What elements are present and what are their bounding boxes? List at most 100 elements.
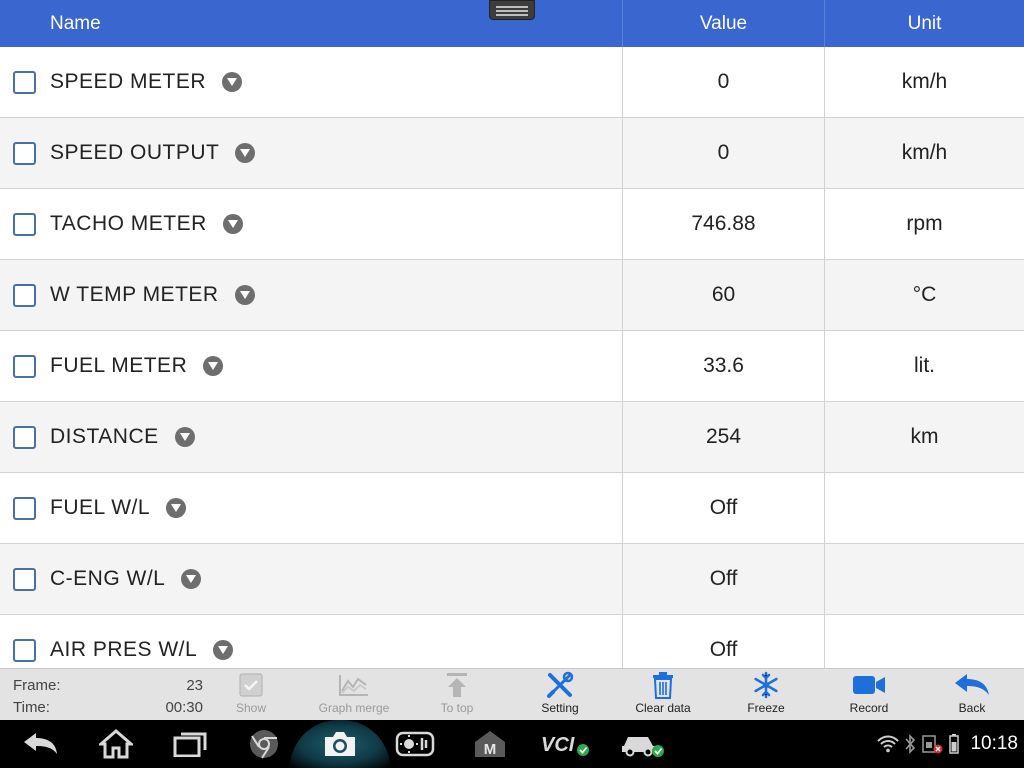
time-label: Time: bbox=[13, 699, 50, 716]
parameter-name: C-ENG W/L bbox=[50, 567, 166, 590]
value-cell: 0 bbox=[622, 118, 824, 188]
clear-data-button[interactable]: Clear data bbox=[618, 671, 708, 719]
back-arrow-icon bbox=[954, 673, 990, 702]
parameter-name: FUEL W/L bbox=[50, 496, 151, 519]
frame-label: Frame: bbox=[13, 677, 61, 694]
camera-icon[interactable] bbox=[318, 720, 362, 768]
row-checkbox[interactable] bbox=[13, 497, 36, 520]
name-cell: SPEED METER bbox=[0, 47, 622, 117]
system-back-icon[interactable] bbox=[18, 720, 62, 768]
unit-cell: lit. bbox=[824, 331, 1024, 401]
unit-cell bbox=[824, 473, 1024, 543]
drag-handle[interactable] bbox=[489, 0, 535, 20]
value-cell: Off bbox=[622, 544, 824, 614]
setting-label: Setting bbox=[541, 701, 579, 715]
vci-label: VCI bbox=[541, 734, 575, 756]
parameter-name: FUEL METER bbox=[50, 354, 188, 377]
vehicle-connected-icon[interactable] bbox=[618, 720, 668, 768]
dropdown-arrow-icon[interactable] bbox=[166, 498, 187, 518]
unit-cell bbox=[824, 544, 1024, 614]
to-top-button[interactable]: To top bbox=[412, 672, 502, 719]
vci-status-icon[interactable]: VCI bbox=[538, 720, 592, 768]
show-button[interactable]: Show bbox=[206, 673, 296, 719]
bottom-toolbar: Frame: 23 Time: 00:30 Show Graph merge T… bbox=[0, 668, 1024, 720]
recent-apps-icon[interactable] bbox=[168, 720, 212, 768]
value-cell: 746.88 bbox=[622, 189, 824, 259]
table-row: TACHO METER 746.88 rpm bbox=[0, 189, 1024, 260]
to-top-icon bbox=[445, 672, 469, 703]
browser-icon[interactable] bbox=[242, 720, 286, 768]
row-checkbox[interactable] bbox=[13, 568, 36, 591]
unit-cell: km bbox=[824, 402, 1024, 472]
graph-merge-button[interactable]: Graph merge bbox=[309, 673, 399, 719]
value-cell: 254 bbox=[622, 402, 824, 472]
graph-merge-icon bbox=[338, 673, 370, 702]
home-icon[interactable] bbox=[94, 720, 138, 768]
maintenance-m-icon[interactable]: M bbox=[468, 720, 512, 768]
frame-value: 23 bbox=[186, 677, 203, 694]
bluetooth-icon bbox=[902, 720, 918, 768]
row-checkbox[interactable] bbox=[13, 639, 36, 662]
table-row: SPEED OUTPUT 0 km/h bbox=[0, 118, 1024, 189]
table-header: Name Value Unit bbox=[0, 0, 1024, 47]
dropdown-arrow-icon[interactable] bbox=[174, 427, 195, 447]
name-cell: SPEED OUTPUT bbox=[0, 118, 622, 188]
row-checkbox[interactable] bbox=[13, 284, 36, 307]
value-cell: 60 bbox=[622, 260, 824, 330]
record-button[interactable]: Record bbox=[824, 673, 914, 719]
row-checkbox[interactable] bbox=[13, 426, 36, 449]
row-checkbox[interactable] bbox=[13, 142, 36, 165]
to-top-label: To top bbox=[440, 701, 474, 715]
dropdown-arrow-icon[interactable] bbox=[234, 285, 255, 305]
name-cell: FUEL METER bbox=[0, 331, 622, 401]
brightness-icon[interactable] bbox=[392, 720, 438, 768]
show-label: Show bbox=[235, 701, 267, 715]
checkbox-checked-icon bbox=[239, 673, 263, 702]
freeze-label: Freeze bbox=[747, 701, 785, 715]
graph-merge-label: Graph merge bbox=[318, 701, 390, 715]
name-cell: TACHO METER bbox=[0, 189, 622, 259]
wrench-screwdriver-icon bbox=[546, 671, 574, 704]
dropdown-arrow-icon[interactable] bbox=[213, 640, 234, 660]
column-header-value: Value bbox=[622, 0, 824, 47]
column-header-unit: Unit bbox=[824, 0, 1024, 47]
value-cell: Off bbox=[622, 473, 824, 543]
data-stream-table[interactable]: SPEED METER 0 km/h SPEED OUTPUT 0 km/h T… bbox=[0, 47, 1024, 668]
dropdown-arrow-icon[interactable] bbox=[235, 143, 256, 163]
table-row: W TEMP METER 60 °C bbox=[0, 260, 1024, 331]
name-cell: C-ENG W/L bbox=[0, 544, 622, 614]
row-checkbox[interactable] bbox=[13, 355, 36, 378]
unit-cell: rpm bbox=[824, 189, 1024, 259]
column-header-name: Name bbox=[50, 13, 101, 34]
setting-button[interactable]: Setting bbox=[515, 671, 605, 719]
unit-cell bbox=[824, 615, 1024, 668]
table-row: C-ENG W/L Off bbox=[0, 544, 1024, 615]
time-value: 00:30 bbox=[165, 699, 203, 716]
name-cell: AIR PRES W/L bbox=[0, 615, 622, 668]
table-row: AIR PRES W/L Off bbox=[0, 615, 1024, 668]
table-row: DISTANCE 254 km bbox=[0, 402, 1024, 473]
dropdown-arrow-icon[interactable] bbox=[222, 72, 243, 92]
sim-no-signal-icon bbox=[920, 720, 944, 768]
back-button[interactable]: Back bbox=[927, 673, 1017, 719]
system-navigation-bar: M VCI 10:18 bbox=[0, 720, 1024, 768]
unit-cell: km/h bbox=[824, 118, 1024, 188]
name-cell: DISTANCE bbox=[0, 402, 622, 472]
table-row: FUEL W/L Off bbox=[0, 473, 1024, 544]
table-row: FUEL METER 33.6 lit. bbox=[0, 331, 1024, 402]
value-cell: Off bbox=[622, 615, 824, 668]
dropdown-arrow-icon[interactable] bbox=[222, 214, 243, 234]
dropdown-arrow-icon[interactable] bbox=[203, 356, 224, 376]
freeze-button[interactable]: Freeze bbox=[721, 671, 811, 719]
parameter-name: AIR PRES W/L bbox=[50, 638, 198, 661]
value-cell: 0 bbox=[622, 47, 824, 117]
snowflake-icon bbox=[752, 671, 780, 704]
clear-data-label: Clear data bbox=[635, 701, 691, 715]
row-checkbox[interactable] bbox=[13, 71, 36, 94]
system-clock: 10:18 bbox=[970, 733, 1018, 754]
unit-cell: °C bbox=[824, 260, 1024, 330]
row-checkbox[interactable] bbox=[13, 213, 36, 236]
frame-time-info: Frame: 23 Time: 00:30 bbox=[13, 675, 203, 719]
dropdown-arrow-icon[interactable] bbox=[181, 569, 202, 589]
table-row: SPEED METER 0 km/h bbox=[0, 47, 1024, 118]
